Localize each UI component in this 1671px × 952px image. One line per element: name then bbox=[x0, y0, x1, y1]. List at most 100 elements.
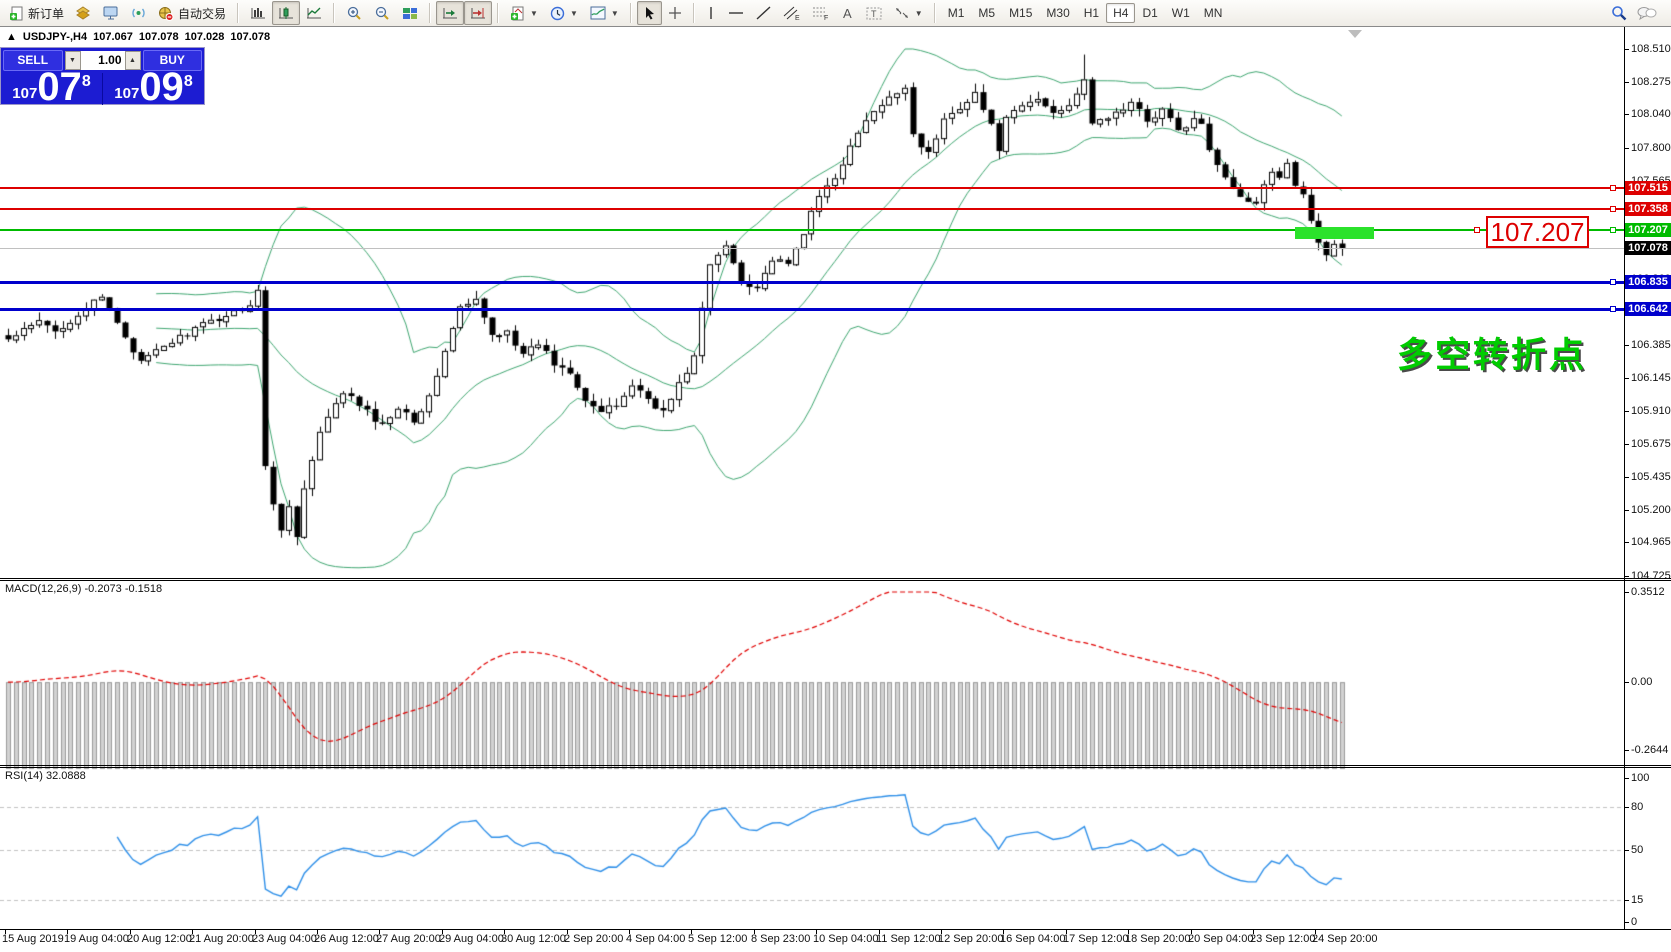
current-price-line bbox=[0, 248, 1624, 249]
panel-separator bbox=[0, 580, 1671, 581]
text-tool[interactable]: A bbox=[835, 1, 860, 25]
rsi-tick bbox=[1624, 778, 1629, 779]
buy-price-big: 09 bbox=[139, 71, 184, 104]
rsi-tick-label: 100 bbox=[1631, 772, 1649, 784]
panel-separator[interactable] bbox=[0, 765, 1671, 766]
timeframe-m1[interactable]: M1 bbox=[941, 3, 972, 23]
tile-windows-button[interactable] bbox=[396, 1, 424, 25]
level-line[interactable] bbox=[0, 229, 1624, 231]
timeframe-mn[interactable]: MN bbox=[1197, 3, 1230, 23]
channel-icon: E bbox=[783, 6, 800, 21]
volume-increase-button[interactable]: ▲ bbox=[125, 51, 141, 70]
sell-price-big: 07 bbox=[37, 71, 82, 104]
cursor-tool-button[interactable] bbox=[637, 1, 662, 25]
macd-tick bbox=[1624, 592, 1629, 593]
buy-price-sup: 8 bbox=[184, 74, 193, 90]
price-tick bbox=[1624, 510, 1629, 511]
timeframe-m30[interactable]: M30 bbox=[1039, 3, 1076, 23]
zoom-out-icon bbox=[374, 6, 390, 21]
level-line[interactable] bbox=[0, 208, 1624, 210]
autotrading-button[interactable]: 自动交易 bbox=[152, 1, 232, 25]
price-tick-label: 106.385 bbox=[1631, 339, 1671, 351]
toolbar-separator bbox=[693, 3, 695, 23]
volume-input[interactable]: 1.00 bbox=[81, 51, 125, 70]
price-annotation-box[interactable]: 107.207 bbox=[1486, 216, 1589, 248]
price-tick bbox=[1624, 148, 1629, 149]
price-tick bbox=[1624, 477, 1629, 478]
horizontal-line-tool[interactable] bbox=[722, 1, 750, 25]
line-chart-button[interactable] bbox=[300, 1, 328, 25]
level-price-tag: 107.358 bbox=[1625, 202, 1671, 216]
level-line-handle[interactable] bbox=[1610, 227, 1616, 233]
price-tick-label: 105.200 bbox=[1631, 504, 1671, 516]
fibonacci-tool[interactable]: F bbox=[806, 1, 835, 25]
macd-tick bbox=[1624, 682, 1629, 683]
auto-scroll-button[interactable] bbox=[436, 1, 464, 25]
vertical-line-tool[interactable] bbox=[700, 1, 722, 25]
level-line[interactable] bbox=[0, 187, 1624, 189]
autotrading-icon bbox=[158, 6, 174, 21]
panel-separator[interactable] bbox=[0, 578, 1671, 579]
search-icon[interactable] bbox=[1611, 5, 1627, 21]
price-tick bbox=[1624, 114, 1629, 115]
templates-icon bbox=[590, 6, 606, 20]
chart-canvas[interactable] bbox=[0, 27, 1624, 930]
annotation-handle[interactable] bbox=[1474, 227, 1480, 233]
text-icon: A bbox=[841, 6, 854, 20]
buy-price[interactable]: 107 09 8 bbox=[102, 73, 204, 105]
svg-text:F: F bbox=[824, 15, 828, 21]
crosshair-tool-button[interactable] bbox=[662, 1, 688, 25]
arrows-tool[interactable]: ▼ bbox=[888, 1, 929, 25]
timeframe-m5[interactable]: M5 bbox=[971, 3, 1002, 23]
periods-button[interactable]: ▼ bbox=[544, 1, 584, 25]
horizontal-line-icon bbox=[728, 6, 744, 20]
timeframe-h1[interactable]: H1 bbox=[1077, 3, 1106, 23]
time-tick-label: 23 Aug 04:00 bbox=[252, 933, 317, 945]
timeframe-h4[interactable]: H4 bbox=[1106, 3, 1135, 23]
level-line-handle[interactable] bbox=[1610, 306, 1616, 312]
zoom-in-button[interactable] bbox=[340, 1, 368, 25]
level-line-handle[interactable] bbox=[1610, 185, 1616, 191]
one-click-trading-panel: SELL ▼ 1.00 ▲ BUY 107 07 8 107 09 8 bbox=[0, 47, 205, 105]
new-order-button[interactable]: 新订单 bbox=[3, 1, 70, 25]
timeframe-d1[interactable]: D1 bbox=[1135, 3, 1164, 23]
panel-separator bbox=[0, 767, 1671, 768]
level-line[interactable] bbox=[0, 308, 1624, 311]
time-tick-label: 20 Sep 04:00 bbox=[1188, 933, 1253, 945]
timeframe-m15[interactable]: M15 bbox=[1002, 3, 1039, 23]
signals-button[interactable] bbox=[125, 1, 152, 25]
price-axis-line bbox=[1624, 27, 1625, 930]
level-line[interactable] bbox=[0, 281, 1624, 284]
time-tick-label: 12 Sep 20:00 bbox=[938, 933, 1003, 945]
chart-shift-marker[interactable] bbox=[1348, 30, 1362, 38]
price-tick bbox=[1624, 576, 1629, 577]
low-value: 107.028 bbox=[185, 31, 225, 43]
terminal-button[interactable] bbox=[97, 1, 125, 25]
timeframe-w1[interactable]: W1 bbox=[1165, 3, 1197, 23]
bar-chart-button[interactable] bbox=[244, 1, 272, 25]
indicators-button[interactable]: ▼ bbox=[504, 1, 544, 25]
sell-price[interactable]: 107 07 8 bbox=[1, 73, 102, 105]
indicators-caret: ▼ bbox=[530, 9, 538, 18]
time-tick-label: 18 Sep 20:00 bbox=[1125, 933, 1190, 945]
level-price-tag: 107.207 bbox=[1625, 223, 1671, 237]
price-tick bbox=[1624, 542, 1629, 543]
macd-title: MACD(12,26,9) -0.2073 -0.1518 bbox=[5, 583, 162, 595]
chat-icon[interactable] bbox=[1637, 6, 1657, 21]
indicators-icon bbox=[510, 6, 525, 21]
templates-button[interactable]: ▼ bbox=[584, 1, 625, 25]
auto-scroll-icon bbox=[442, 6, 458, 20]
trendline-tool[interactable] bbox=[750, 1, 777, 25]
level-price-tag: 106.835 bbox=[1625, 275, 1671, 289]
level-line-handle[interactable] bbox=[1610, 279, 1616, 285]
level-line-handle[interactable] bbox=[1610, 206, 1616, 212]
market-watch-button[interactable] bbox=[70, 1, 97, 25]
price-tick-label: 108.040 bbox=[1631, 108, 1671, 120]
zoom-out-button[interactable] bbox=[368, 1, 396, 25]
text-label-tool[interactable]: T bbox=[860, 1, 888, 25]
chinese-annotation-text[interactable]: 多空转折点 bbox=[1397, 327, 1587, 378]
candlestick-chart-button[interactable] bbox=[272, 1, 300, 25]
equidistant-channel-tool[interactable]: E bbox=[777, 1, 806, 25]
highlight-rectangle[interactable] bbox=[1295, 227, 1374, 239]
chart-shift-button[interactable] bbox=[464, 1, 492, 25]
